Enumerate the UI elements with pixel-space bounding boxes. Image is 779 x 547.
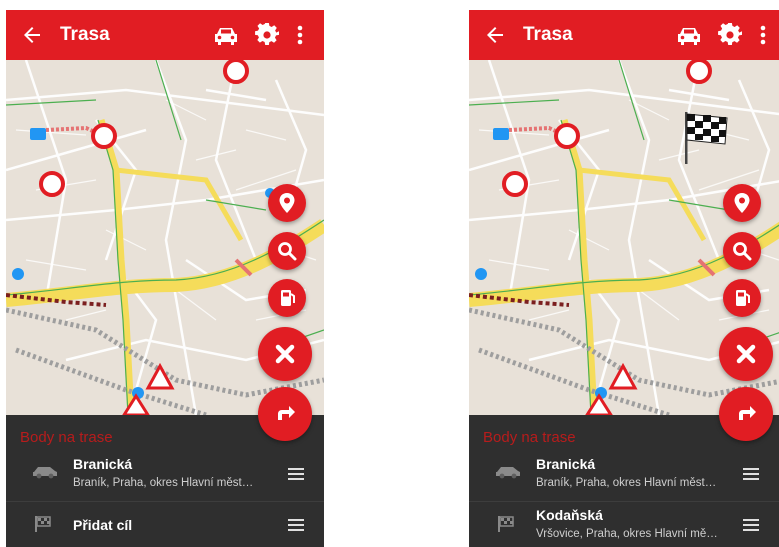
panel-header: Body na trase [483,429,576,446]
waypoint-row[interactable]: Kodaňská Vršovice, Praha, okres Hlavní m… [469,501,779,547]
app-bar: Trasa [6,10,324,60]
waypoint-row[interactable]: Branická Braník, Praha, okres Hlavní měs… [469,451,779,499]
panel-header: Body na trase [20,429,113,446]
phone-screen-route-editor: Trasa Body na trase Branická Braník, Pra… [6,10,324,547]
add-waypoint-button[interactable] [268,184,306,222]
add-waypoint-button[interactable] [723,184,761,222]
back-arrow-icon[interactable] [20,23,44,47]
flag-icon [498,516,514,532]
drag-handle-icon[interactable] [743,467,759,481]
gear-icon[interactable] [718,23,742,47]
waypoint-row[interactable]: Branická Braník, Praha, okres Hlavní měs… [6,451,324,499]
page-title: Trasa [523,24,573,45]
location-pin-icon [279,193,295,213]
car-icon [496,467,520,479]
fuel-pump-icon [736,290,750,306]
app-bar: Trasa [469,10,779,60]
drag-handle-icon[interactable] [743,518,759,532]
close-icon [736,344,756,364]
cancel-route-button[interactable] [258,327,312,381]
car-icon[interactable] [676,26,702,46]
phone-screen-route-with-destination: Trasa Body na trase Branická Braník, Pra… [469,10,779,547]
drag-handle-icon[interactable] [288,518,304,532]
car-icon[interactable] [213,26,239,46]
waypoint-subtitle: Vršovice, Praha, okres Hlavní město Prah… [536,528,722,540]
drag-handle-icon[interactable] [288,467,304,481]
more-vert-icon[interactable] [759,24,767,46]
more-vert-icon[interactable] [296,24,304,46]
cancel-route-button[interactable] [719,327,773,381]
waypoint-row[interactable]: Přidat cíl [6,501,324,547]
location-pin-icon [734,193,750,213]
turn-right-arrow-icon [739,406,756,420]
start-navigation-button[interactable] [719,387,773,441]
fuel-station-button[interactable] [268,279,306,317]
turn-right-arrow-icon [278,406,295,420]
search-icon [733,242,752,261]
waypoint-title: Branická [73,456,133,472]
search-button[interactable] [723,232,761,270]
waypoint-subtitle: Braník, Praha, okres Hlavní město Praha [73,477,259,489]
close-icon [275,344,295,364]
waypoint-title: Kodaňská [536,507,603,523]
gear-icon[interactable] [255,23,279,47]
start-navigation-button[interactable] [258,387,312,441]
search-button[interactable] [268,232,306,270]
flag-icon [35,516,51,532]
car-icon [33,467,57,479]
add-destination-label: Přidat cíl [73,517,133,533]
fuel-station-button[interactable] [723,279,761,317]
search-icon [278,242,297,261]
fuel-pump-icon [281,290,295,306]
waypoint-subtitle: Braník, Praha, okres Hlavní město Praha [536,477,722,489]
back-arrow-icon[interactable] [483,23,507,47]
waypoint-title: Branická [536,456,596,472]
page-title: Trasa [60,24,110,45]
